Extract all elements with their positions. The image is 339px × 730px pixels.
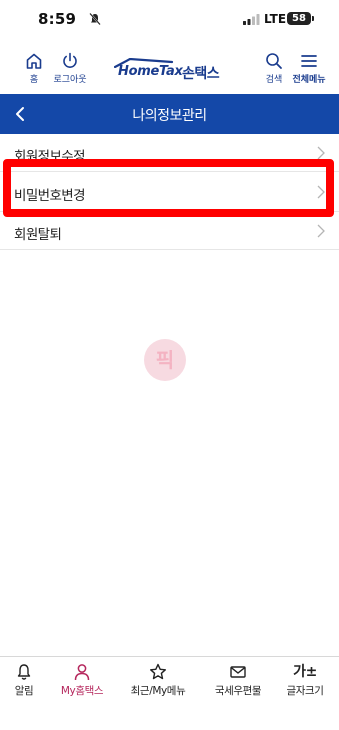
app-header: 홈 로그아웃 HomeTax 손택스 검색 전체메뉴 xyxy=(0,44,339,94)
tab-recent-my-menu[interactable]: 최근/My메뉴 xyxy=(125,663,191,698)
hamburger-icon xyxy=(301,55,317,67)
hometax-logo[interactable]: HomeTax 손택스 xyxy=(112,58,232,82)
chevron-right-icon xyxy=(317,146,325,160)
search-icon xyxy=(266,53,282,69)
star-icon xyxy=(150,663,166,680)
home-icon xyxy=(26,53,42,69)
search-button[interactable]: 검색 xyxy=(259,52,289,85)
bottom-tab-bar: 알림 My홈택스 최근/My메뉴 국세우편물 가± 글자크기 xyxy=(0,656,339,730)
network-type: LTE xyxy=(264,12,287,26)
bell-icon xyxy=(17,664,31,680)
tab-tax-mail[interactable]: 국세우편물 xyxy=(205,663,271,698)
tab-label: 알림 xyxy=(14,685,34,697)
title-bar: 나의정보관리 xyxy=(0,94,339,134)
signal-icon xyxy=(243,14,260,25)
home-label: 홈 xyxy=(29,75,39,85)
watermark-badge: 픽 xyxy=(144,339,186,381)
search-label: 검색 xyxy=(265,75,283,85)
tab-font-size[interactable]: 가± 글자크기 xyxy=(280,663,330,698)
envelope-icon xyxy=(230,666,246,678)
battery-icon: 58 xyxy=(287,12,314,25)
logo-text-ko: 손택스 xyxy=(182,66,220,82)
person-icon xyxy=(74,664,90,681)
highlight-box xyxy=(3,159,334,217)
page-title: 나의정보관리 xyxy=(132,108,207,124)
status-time: 8:59 xyxy=(38,10,77,28)
silent-bell-icon xyxy=(89,12,101,26)
tab-my-hometax[interactable]: My홈택스 xyxy=(52,663,112,698)
tab-label: My홈택스 xyxy=(60,685,104,697)
tab-label: 글자크기 xyxy=(286,685,324,697)
menu-item-withdraw-membership[interactable]: 회원탈퇴 xyxy=(0,212,339,250)
tab-notifications[interactable]: 알림 xyxy=(8,663,40,698)
logout-button[interactable]: 로그아웃 xyxy=(50,52,90,85)
logo-text-en: HomeTax xyxy=(118,64,183,79)
all-menu-label: 전체메뉴 xyxy=(292,75,326,85)
menu-item-label: 회원탈퇴 xyxy=(14,227,62,243)
tab-label: 최근/My메뉴 xyxy=(130,685,186,697)
chevron-right-icon xyxy=(317,224,325,238)
home-button[interactable]: 홈 xyxy=(22,52,46,85)
tab-label: 국세우편물 xyxy=(214,685,262,697)
font-size-icon: 가± xyxy=(293,664,317,680)
logout-label: 로그아웃 xyxy=(53,75,87,85)
status-bar: 8:59 LTE 58 xyxy=(0,0,339,44)
all-menu-button[interactable]: 전체메뉴 xyxy=(288,52,330,85)
power-icon xyxy=(63,52,77,68)
